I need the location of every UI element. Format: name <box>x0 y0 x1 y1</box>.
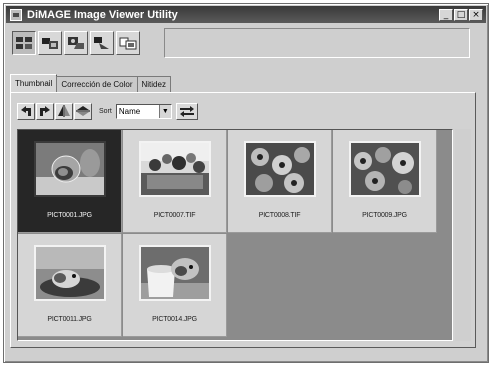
rotate-right-icon <box>40 106 50 116</box>
thumbnail-image <box>349 141 421 197</box>
main-toolbar <box>8 26 476 64</box>
sort-order-icon <box>179 106 194 117</box>
thumbnail-item[interactable]: PICT0001.JPG <box>18 130 122 233</box>
rotate-left-icon <box>21 106 31 116</box>
flip-horizontal-icon <box>58 105 70 117</box>
minimize-button[interactable]: _ <box>439 8 453 21</box>
panel-toolbar: Sort Name ▼ <box>17 101 198 121</box>
color-tone-button[interactable] <box>64 31 88 55</box>
panel-margin <box>455 129 471 341</box>
thumbnail-image <box>34 245 106 301</box>
thumbnail-filename: PICT0014.JPG <box>152 316 197 323</box>
thumbnail-item[interactable]: PICT0011.JPG <box>18 234 122 337</box>
flip-vertical-icon <box>76 106 90 116</box>
thumbnail-panel: Sort Name ▼ PICT0001.JPG PICT0007.TIF PI… <box>10 92 476 348</box>
thumbnail-image <box>139 141 211 197</box>
thumbnail-image <box>244 141 316 197</box>
maximize-button[interactable]: □ <box>454 8 468 21</box>
window-title: DiMAGE Image Viewer Utility <box>27 8 178 21</box>
thumbnail-filename: PICT0008.TIF <box>258 212 301 219</box>
close-button[interactable]: × <box>469 8 483 21</box>
rotate-left-button[interactable] <box>17 102 35 120</box>
rotate-right-button[interactable] <box>36 102 54 120</box>
thumbnail-view-icon <box>16 37 32 49</box>
color-correction-button[interactable] <box>38 31 62 55</box>
thumbnail-item[interactable]: PICT0009.JPG <box>333 130 437 233</box>
app-icon <box>10 8 22 21</box>
color-tone-icon <box>68 37 84 49</box>
thumbnail-image <box>34 141 106 197</box>
tab-color-correction[interactable]: Corrección de Color <box>56 76 138 93</box>
toolbar-empty-area <box>164 28 470 58</box>
thumbnail-image <box>139 245 211 301</box>
print-button[interactable] <box>116 31 140 55</box>
sharpness-button[interactable] <box>90 31 114 55</box>
flip-vertical-button[interactable] <box>74 102 92 120</box>
tab-thumbnail[interactable]: Thumbnail <box>10 74 58 94</box>
chevron-down-icon[interactable]: ▼ <box>158 104 171 118</box>
thumbnail-item[interactable]: PICT0007.TIF <box>123 130 227 233</box>
sort-order-button[interactable] <box>175 102 198 120</box>
sharpness-icon <box>94 37 109 49</box>
sort-label: Sort <box>99 107 112 115</box>
print-icon <box>119 37 137 50</box>
thumbnail-grid: PICT0001.JPG PICT0007.TIF PICT0008.TIF P… <box>17 129 453 341</box>
color-correction-icon <box>42 38 58 49</box>
thumbnail-filename: PICT0009.JPG <box>362 212 407 219</box>
sort-value: Name <box>118 106 141 116</box>
thumbnail-filename: PICT0011.JPG <box>47 316 92 323</box>
thumbnail-filename: PICT0001.JPG <box>47 212 92 219</box>
thumbnail-view-button[interactable] <box>12 31 36 55</box>
title-bar[interactable]: DiMAGE Image Viewer Utility _ □ × <box>6 6 486 23</box>
thumbnail-item[interactable]: PICT0008.TIF <box>228 130 332 233</box>
tab-sharpness[interactable]: Nitidez <box>136 76 171 93</box>
tab-bar: Thumbnail Corrección de Color Nitidez <box>10 74 171 94</box>
thumbnail-item[interactable]: PICT0014.JPG <box>123 234 227 337</box>
flip-horizontal-button[interactable] <box>55 102 73 120</box>
thumbnail-filename: PICT0007.TIF <box>153 212 196 219</box>
sort-dropdown[interactable]: Name ▼ <box>115 103 172 119</box>
